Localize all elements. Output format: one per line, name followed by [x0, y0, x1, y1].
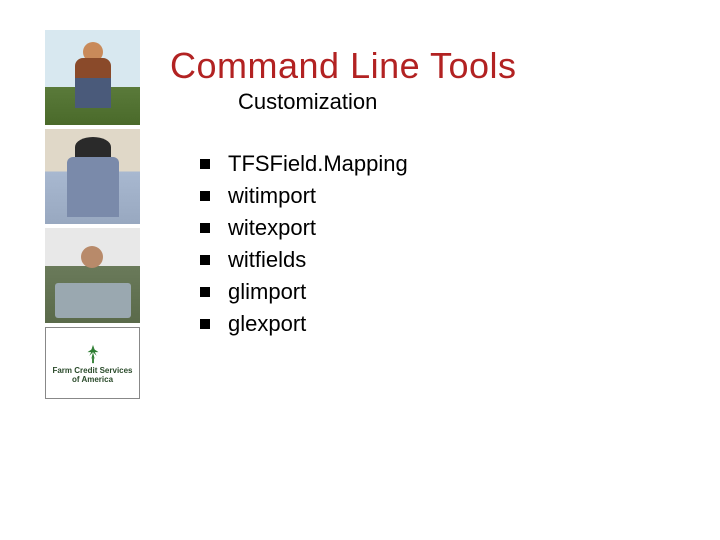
- bullet-text: witexport: [228, 215, 316, 241]
- list-item: witimport: [200, 183, 700, 209]
- company-logo: Farm Credit Services of America: [45, 327, 140, 399]
- bullet-icon: [200, 319, 210, 329]
- slide-subtitle: Customization: [238, 89, 700, 115]
- list-item: witfields: [200, 247, 700, 273]
- bullet-text: witimport: [228, 183, 316, 209]
- list-item: glimport: [200, 279, 700, 305]
- decorative-photo-3: [45, 228, 140, 323]
- bullet-icon: [200, 223, 210, 233]
- bullet-icon: [200, 159, 210, 169]
- bullet-text: TFSField.Mapping: [228, 151, 408, 177]
- bullet-icon: [200, 255, 210, 265]
- bullet-icon: [200, 287, 210, 297]
- bullet-text: glexport: [228, 311, 306, 337]
- sidebar-images: Farm Credit Services of America: [45, 30, 140, 399]
- decorative-photo-2: [45, 129, 140, 224]
- slide-content: Command Line Tools Customization TFSFiel…: [170, 45, 700, 343]
- bullet-text: glimport: [228, 279, 306, 305]
- bullet-list: TFSField.Mapping witimport witexport wit…: [200, 151, 700, 337]
- slide-title: Command Line Tools: [170, 45, 700, 87]
- leaf-icon: [82, 343, 104, 365]
- decorative-photo-1: [45, 30, 140, 125]
- bullet-icon: [200, 191, 210, 201]
- bullet-text: witfields: [228, 247, 306, 273]
- list-item: witexport: [200, 215, 700, 241]
- list-item: TFSField.Mapping: [200, 151, 700, 177]
- logo-text-line2: of America: [72, 376, 113, 385]
- list-item: glexport: [200, 311, 700, 337]
